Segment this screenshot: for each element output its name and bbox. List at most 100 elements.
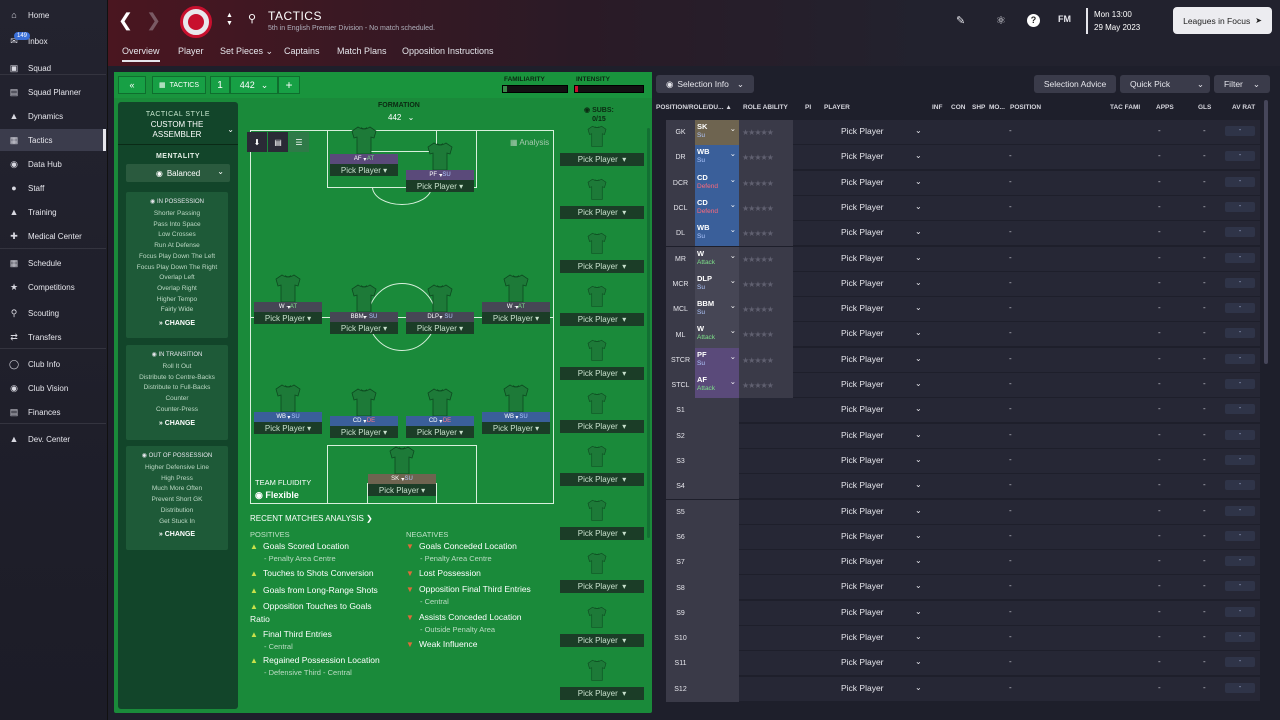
club-badge-icon[interactable]	[180, 6, 212, 38]
table-row[interactable]: DL WB Su ⌄ ★★★★★ Pick Player ⌄ - - - -	[666, 221, 1260, 247]
filter-button[interactable]: Filter ⌄	[1214, 75, 1270, 93]
sub-slot[interactable]: Pick Player ▾	[558, 177, 644, 229]
table-row[interactable]: ML W Attack ⌄ ★★★★★ Pick Player ⌄ - - - -	[666, 322, 1260, 348]
positive-item[interactable]: ▲ Opposition Touches to Goals Ratio	[250, 600, 390, 625]
pick-player-select[interactable]: Pick Player ▾	[560, 366, 644, 380]
sidebar-item-scouting[interactable]: ⚲ Scouting	[0, 302, 106, 324]
positive-item[interactable]: ▲ Regained Possession Location - Defensive…	[250, 654, 390, 679]
add-tactic-button[interactable]: +	[278, 76, 300, 94]
role-label[interactable]: CD - DE ▾	[406, 416, 474, 426]
sidebar-item-club-info[interactable]: ◯ Club Info	[0, 353, 106, 375]
column-header-shp[interactable]: SHP	[972, 104, 985, 111]
edit-icon[interactable]: ✎	[956, 14, 965, 27]
table-row[interactable]: MR W Attack ⌄ ★★★★★ Pick Player ⌄ - - - -	[666, 246, 1260, 272]
sidebar-item-inbox[interactable]: ✉ 149 Inbox	[0, 30, 106, 52]
pick-player-select[interactable]: Pick Player ▾	[330, 322, 398, 334]
role-duty-cell[interactable]	[695, 575, 739, 601]
quick-pick-button[interactable]: Quick Pick ⌄	[1120, 75, 1210, 93]
role-label[interactable]: WB - SU ▾	[254, 412, 322, 422]
sub-slot[interactable]: Pick Player ▾	[558, 231, 644, 283]
pick-player-select[interactable]: Pick Player ▾	[560, 206, 644, 220]
formation-select[interactable]: 442 ⌄	[230, 76, 278, 94]
in-transition-box[interactable]: ◉ IN TRANSITION Roll It Out Distribute to…	[126, 345, 228, 440]
club-switch-icon[interactable]: ▲ ▼	[226, 12, 233, 28]
column-header-tac-fami[interactable]: TAC FAMI	[1110, 104, 1140, 111]
sidebar-item-tactics[interactable]: ▦ Tactics	[0, 129, 106, 151]
role-duty-cell[interactable]	[695, 651, 739, 677]
pick-player-select[interactable]: Pick Player ▾	[482, 422, 550, 434]
column-header-role-ability[interactable]: ROLE ABILITY	[743, 104, 788, 111]
table-row[interactable]: S11 Pick Player ⌄ - - - -	[666, 651, 1260, 677]
sub-slot[interactable]: Pick Player ▾	[558, 658, 644, 710]
table-row[interactable]: GK SK Su ⌄ ★★★★★ Pick Player ⌄ - - - -	[666, 120, 1260, 146]
analysis-toggle[interactable]: ▦ Analysis	[510, 138, 549, 147]
sub-slot[interactable]: Pick Player ▾	[558, 391, 644, 443]
role-duty-cell[interactable]	[695, 423, 739, 449]
table-row[interactable]: S10 Pick Player ⌄ - - - -	[666, 626, 1260, 652]
pick-player-select[interactable]: Pick Player ▾	[254, 422, 322, 434]
table-row[interactable]: MCR DLP Su ⌄ ★★★★★ Pick Player ⌄ - - - -	[666, 271, 1260, 298]
table-row[interactable]: S5 Pick Player ⌄ - - - -	[666, 499, 1260, 525]
sub-slot[interactable]: Pick Player ▾	[558, 124, 644, 176]
pick-player-select[interactable]: Pick Player ▾	[560, 473, 644, 487]
pick-player-select[interactable]: Pick Player ▾	[560, 259, 644, 273]
pick-player-select[interactable]: Pick Player ▾	[406, 322, 474, 334]
change-in-transition-button[interactable]: » CHANGE	[126, 420, 228, 427]
column-header-position[interactable]: POSITION	[1010, 104, 1041, 111]
role-duty-cell[interactable]	[695, 398, 739, 424]
collapse-panel-button[interactable]: «	[118, 76, 146, 94]
role-duty-cell[interactable]	[695, 474, 739, 500]
sidebar-item-staff[interactable]: ● Staff	[0, 177, 106, 199]
role-duty-cell[interactable]: SK Su ⌄	[695, 120, 739, 146]
world-icon[interactable]: ⚛	[996, 14, 1006, 27]
positive-item[interactable]: ▲ Goals Scored Location - Penalty Area Cen…	[250, 540, 390, 565]
pick-player-select[interactable]: Pick Player ▾	[560, 687, 644, 700]
pick-player-select[interactable]: Pick Player	[841, 581, 884, 591]
column-header-apps[interactable]: APPS	[1156, 104, 1174, 111]
negative-item[interactable]: ▼ Opposition Final Third Entries - Central	[406, 583, 546, 608]
pick-player-select[interactable]: Pick Player	[841, 556, 884, 566]
game-date[interactable]: Mon 13:00 29 May 2023	[1086, 8, 1140, 34]
table-row[interactable]: S12 Pick Player ⌄ - - - -	[666, 676, 1260, 702]
pick-player-select[interactable]: Pick Player ▾	[330, 164, 398, 176]
column-header-player[interactable]: PLAYER	[824, 104, 850, 111]
role-duty-cell[interactable]: DLP Su ⌄	[695, 271, 739, 298]
column-header-av-rat[interactable]: AV RAT	[1232, 104, 1255, 111]
search-icon[interactable]: ⚲	[248, 12, 256, 25]
column-header-mo[interactable]: MO...	[989, 104, 1005, 111]
tactics-selector[interactable]: ▦ TACTICS	[152, 76, 206, 94]
pick-player-select[interactable]: Pick Player ▾	[560, 580, 644, 594]
mentality-select[interactable]: ◉ Balanced ⌄	[126, 164, 230, 182]
role-duty-cell[interactable]: AF Attack ⌄	[695, 373, 739, 399]
forward-arrow-icon[interactable]: ❯	[146, 10, 161, 31]
column-header-pi[interactable]: PI	[805, 104, 811, 111]
tab-set-pieces[interactable]: Set Pieces ⌄	[220, 46, 273, 57]
recent-matches-analysis-link[interactable]: RECENT MATCHES ANALYSIS ❯	[250, 514, 373, 523]
negative-item[interactable]: ▼ Assists Conceded Location - Outside Pena…	[406, 611, 546, 636]
sidebar-item-club-vision[interactable]: ◉ Club Vision	[0, 377, 106, 399]
pick-player-select[interactable]: Pick Player	[841, 227, 884, 237]
bar-chart-icon[interactable]: ▤	[268, 132, 288, 152]
table-row[interactable]: DR WB Su ⌄ ★★★★★ Pick Player ⌄ - - - -	[666, 145, 1260, 171]
pick-player-select[interactable]: Pick Player	[841, 531, 884, 541]
sub-slot[interactable]: Pick Player ▾	[558, 444, 644, 496]
pick-player-select[interactable]: Pick Player	[841, 430, 884, 440]
role-duty-cell[interactable]	[695, 626, 739, 652]
selection-advice-button[interactable]: Selection Advice	[1034, 75, 1116, 93]
pick-player-select[interactable]: Pick Player	[841, 328, 884, 338]
tab-match-plans[interactable]: Match Plans	[337, 46, 387, 56]
tab-player[interactable]: Player	[178, 46, 204, 56]
pick-player-select[interactable]: Pick Player	[841, 683, 884, 693]
pick-player-select[interactable]: Pick Player ▾	[560, 633, 644, 647]
tactic-slot[interactable]: 1	[210, 76, 230, 94]
sidebar-item-squad[interactable]: ▣ Squad	[0, 57, 106, 79]
pick-player-select[interactable]: Pick Player ▾	[560, 526, 644, 540]
pick-player-select[interactable]: Pick Player	[841, 126, 884, 136]
pick-player-select[interactable]: Pick Player	[841, 278, 884, 288]
negative-item[interactable]: ▼ Weak Influence	[406, 638, 546, 651]
sidebar-item-medical-center[interactable]: ✚ Medical Center	[0, 225, 106, 247]
pick-player-select[interactable]: Pick Player	[841, 151, 884, 161]
role-label[interactable]: AF - AT ▾	[330, 154, 398, 164]
table-row[interactable]: S2 Pick Player ⌄ - - - -	[666, 423, 1260, 449]
help-icon[interactable]: ?	[1027, 14, 1040, 27]
